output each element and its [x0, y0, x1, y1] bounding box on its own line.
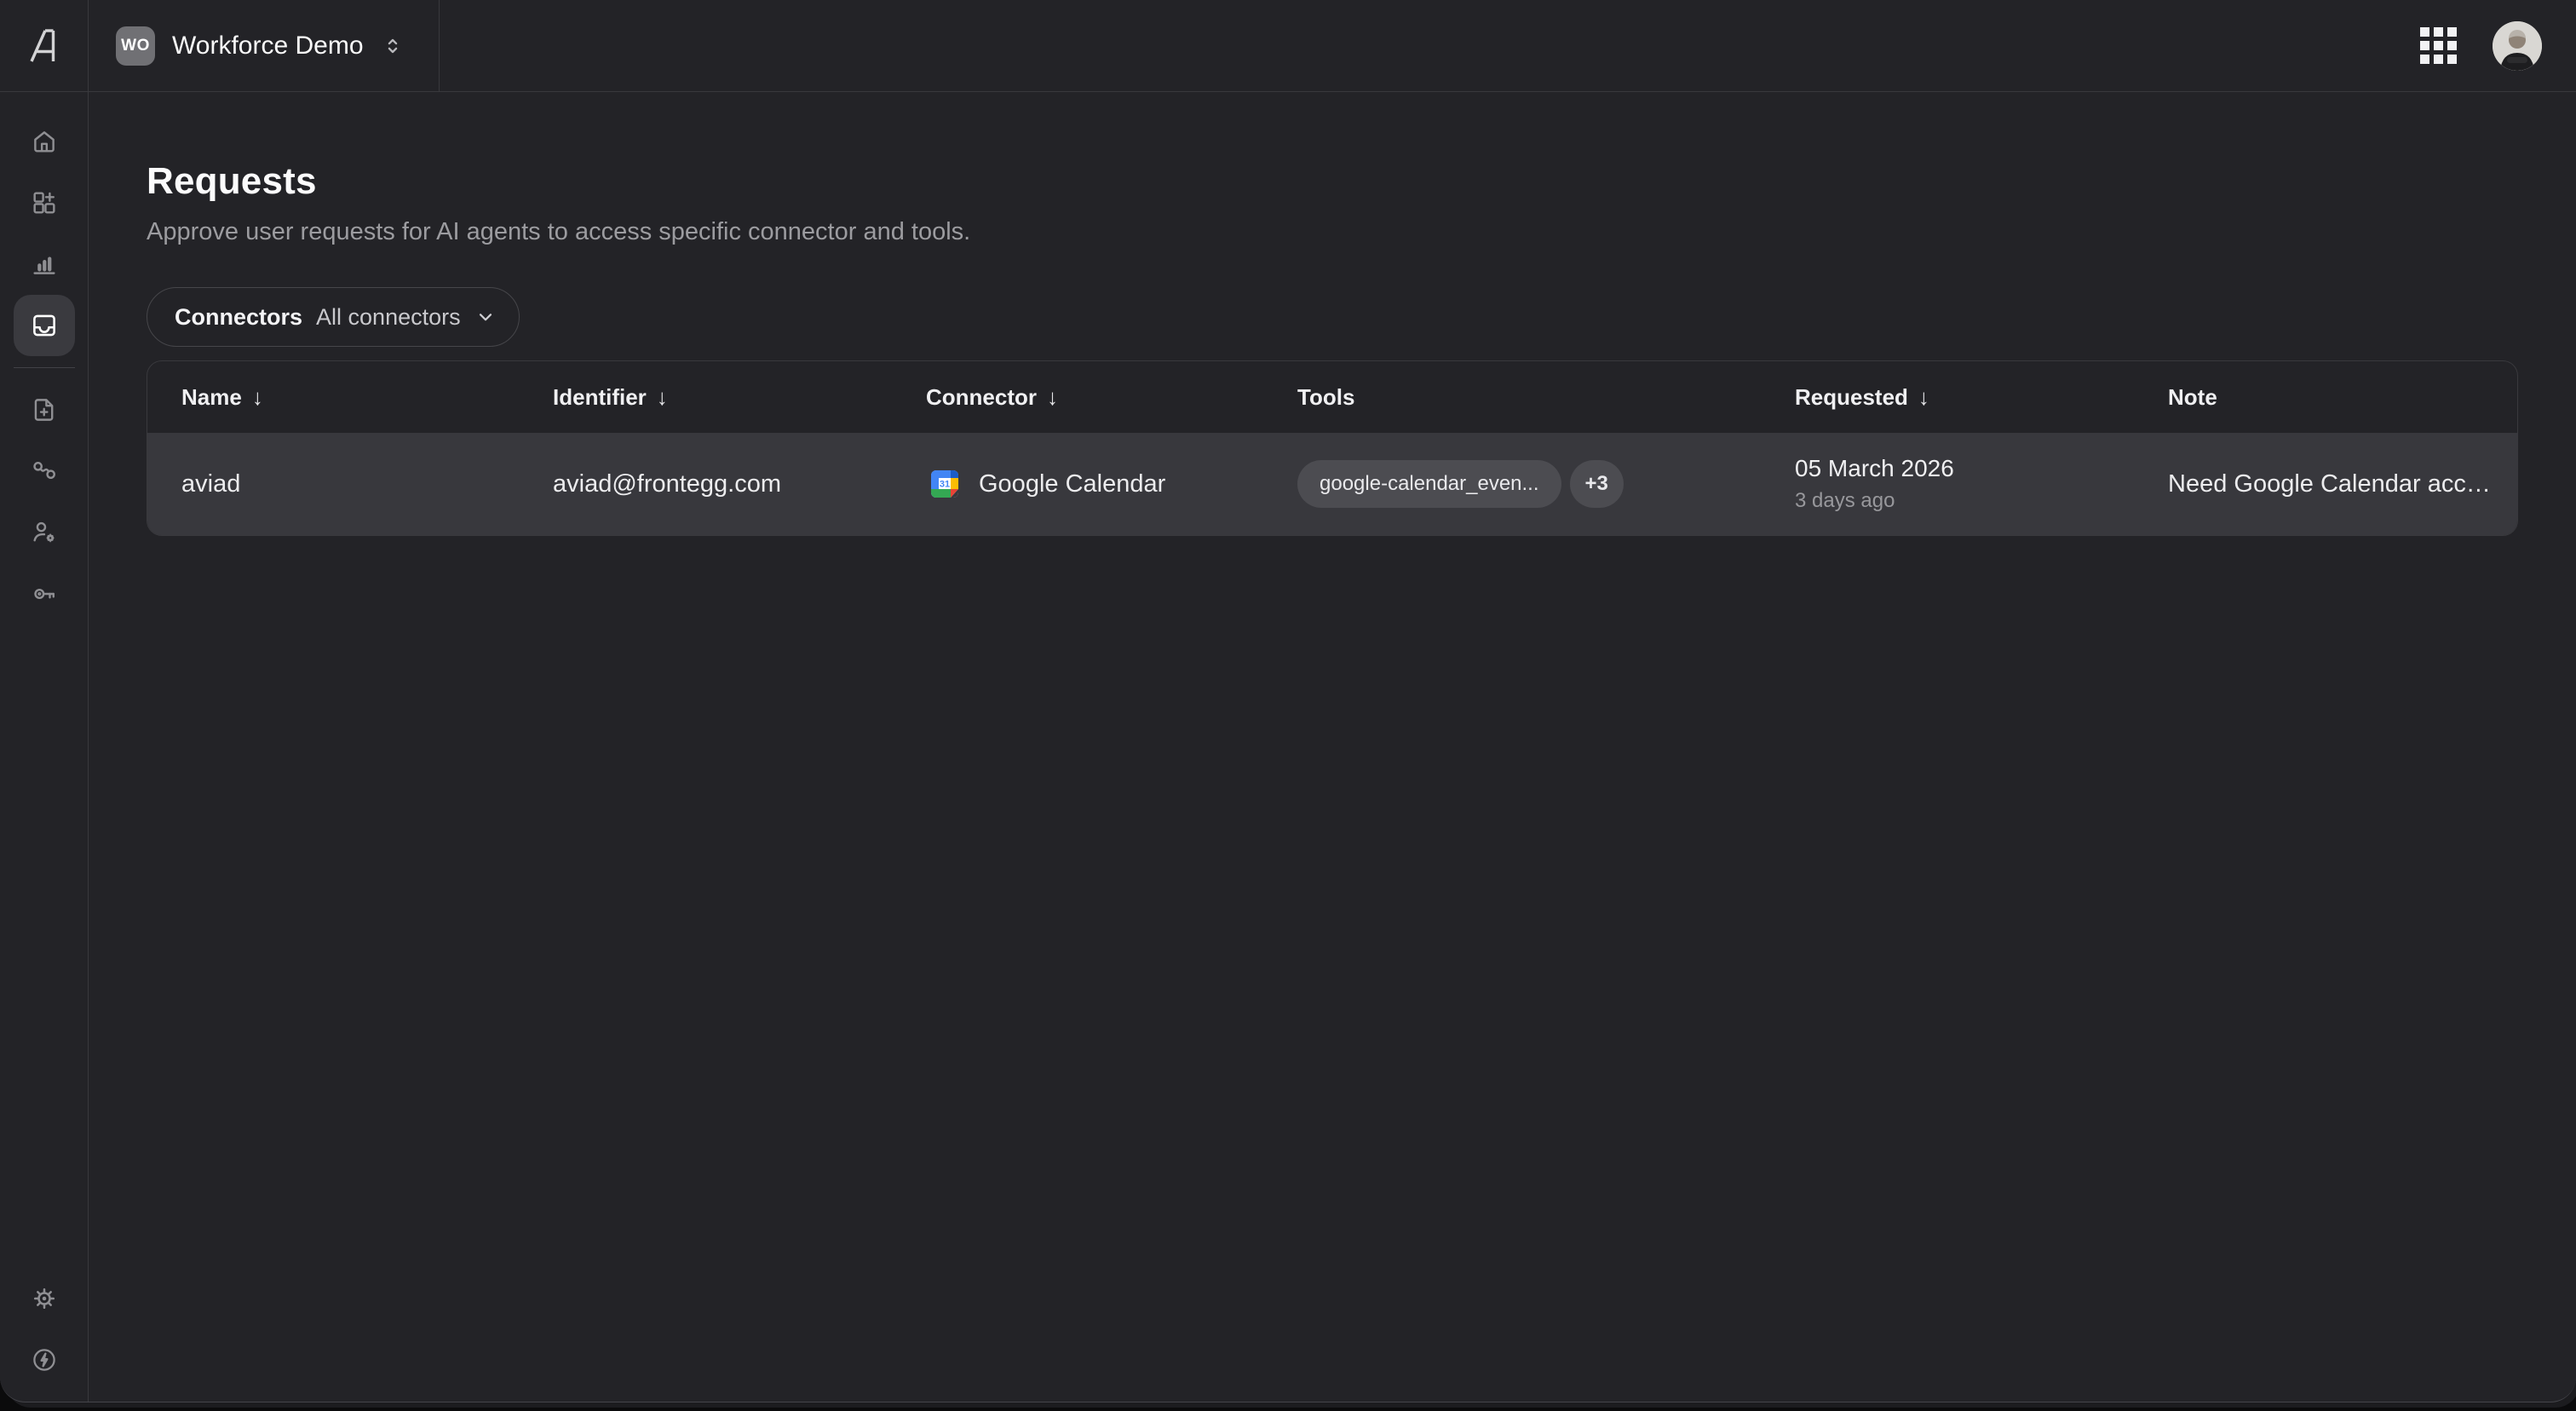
- sort-desc-icon: ↓: [1918, 384, 1929, 411]
- sidebar: [0, 92, 89, 1402]
- requested-relative-time: 3 days ago: [1795, 489, 1895, 513]
- cell-requested: 05 March 2026 3 days ago: [1761, 433, 2134, 535]
- sidebar-item-analytics[interactable]: [14, 233, 75, 295]
- tool-chip[interactable]: google-calendar_even...: [1297, 460, 1561, 508]
- sidebar-item-settings[interactable]: [14, 1268, 75, 1329]
- column-header-tools: Tools: [1263, 361, 1761, 433]
- sidebar-item-integrations[interactable]: [14, 441, 75, 502]
- topbar: WO Workforce Demo: [89, 0, 2576, 92]
- table-row[interactable]: aviad aviad@frontegg.com: [147, 433, 2517, 535]
- topbar-logo-cell: [0, 0, 89, 92]
- gear-icon: [30, 1284, 59, 1313]
- inbox-icon: [30, 311, 59, 340]
- note-text: Need Google Calendar access …: [2168, 470, 2517, 498]
- chevron-down-icon: [474, 306, 497, 328]
- sort-desc-icon: ↓: [657, 384, 668, 411]
- google-calendar-icon: 31: [926, 465, 963, 503]
- apps-grid-icon[interactable]: [2420, 27, 2457, 64]
- app-window: WO Workforce Demo: [0, 0, 2576, 1402]
- workspace-badge: WO: [116, 26, 155, 66]
- sidebar-item-api-keys[interactable]: [14, 563, 75, 625]
- page-subtitle: Approve user requests for AI agents to a…: [147, 218, 2518, 246]
- sidebar-item-requests-inbox[interactable]: [14, 295, 75, 356]
- workspace-name: Workforce Demo: [172, 32, 364, 60]
- user-settings-icon: [30, 518, 59, 547]
- cell-name: aviad: [147, 433, 519, 535]
- brand-logo[interactable]: [25, 26, 64, 66]
- requests-table: Name ↓ Identifier ↓ Connector ↓ Tools Re…: [147, 360, 2518, 536]
- cell-note: Need Google Calendar access …: [2134, 433, 2517, 535]
- sidebar-item-home[interactable]: [14, 111, 75, 172]
- topbar-actions: [2420, 21, 2576, 71]
- sidebar-divider: [14, 367, 75, 368]
- filter-label: Connectors: [175, 304, 302, 331]
- tools-more-badge[interactable]: +3: [1570, 460, 1624, 508]
- column-header-name[interactable]: Name ↓: [147, 361, 519, 433]
- column-header-requested[interactable]: Requested ↓: [1761, 361, 2134, 433]
- home-icon: [30, 127, 59, 156]
- svg-text:31: 31: [940, 480, 950, 490]
- stylized-a-logo-icon: [25, 26, 64, 66]
- main-content: Requests Approve user requests for AI ag…: [89, 92, 2576, 1402]
- cell-connector: 31 Google Calendar: [892, 433, 1263, 535]
- column-header-note: Note: [2134, 361, 2517, 433]
- zap-circle-icon: [30, 1345, 59, 1374]
- chevron-up-down-icon: [381, 34, 405, 58]
- page-title: Requests: [147, 160, 2518, 203]
- workspace-selector[interactable]: WO Workforce Demo: [89, 0, 440, 91]
- analytics-bars-icon: [30, 250, 59, 279]
- filter-selected-value: All connectors: [316, 304, 461, 331]
- column-header-identifier[interactable]: Identifier ↓: [519, 361, 892, 433]
- requested-date: 05 March 2026: [1795, 455, 1954, 482]
- connectors-filter-dropdown[interactable]: Connectors All connectors: [147, 287, 520, 347]
- sidebar-item-user-management[interactable]: [14, 502, 75, 563]
- connector-name: Google Calendar: [979, 470, 1165, 498]
- file-plus-icon: [30, 395, 59, 424]
- column-header-connector[interactable]: Connector ↓: [892, 361, 1263, 433]
- user-avatar[interactable]: [2493, 21, 2542, 71]
- cell-tools: google-calendar_even... +3: [1263, 433, 1761, 535]
- sidebar-bottom-group: [14, 1268, 75, 1391]
- apps-plus-icon: [30, 188, 59, 217]
- key-icon: [30, 579, 59, 608]
- integrations-icon: [30, 457, 59, 486]
- sidebar-item-documents[interactable]: [14, 379, 75, 441]
- sidebar-item-quick-actions[interactable]: [14, 1329, 75, 1391]
- sort-desc-icon: ↓: [1047, 384, 1058, 411]
- table-header-row: Name ↓ Identifier ↓ Connector ↓ Tools Re…: [147, 361, 2517, 433]
- cell-identifier: aviad@frontegg.com: [519, 433, 892, 535]
- sort-desc-icon: ↓: [252, 384, 263, 411]
- sidebar-item-apps[interactable]: [14, 172, 75, 233]
